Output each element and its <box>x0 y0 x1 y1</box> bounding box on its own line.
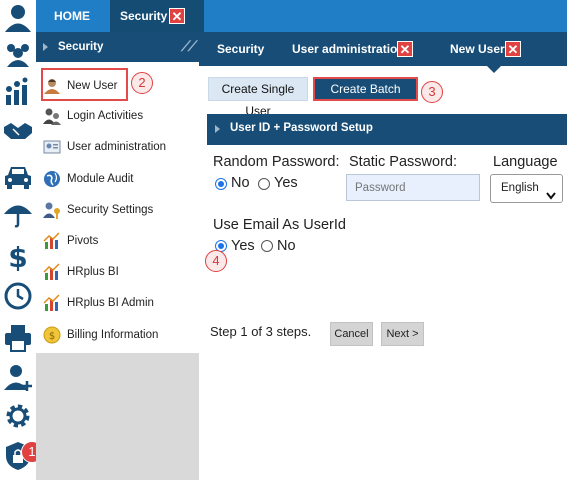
step-badge-3: 3 <box>421 81 443 103</box>
profile-icon[interactable] <box>0 0 36 36</box>
id-card-icon <box>42 137 62 157</box>
chart-icon <box>42 293 62 313</box>
language-value: English <box>501 182 539 194</box>
team-icon[interactable] <box>0 36 36 72</box>
create-batch-users-button[interactable]: Create Batch Users <box>313 77 418 116</box>
sidebar-item-label: Module Audit <box>67 173 134 185</box>
language-label: Language <box>493 154 558 170</box>
sidebar-item-label: Login Activities <box>67 110 144 122</box>
random-password-label: Random Password: <box>213 154 340 170</box>
email-yes-label: Yes <box>231 238 255 254</box>
new-user-highlight <box>41 68 128 101</box>
sidebar-item-label: Security Settings <box>67 204 154 216</box>
panel-title: User ID + Password Setup <box>230 122 373 134</box>
random-no-label: No <box>231 175 250 191</box>
language-select[interactable]: English <box>490 174 563 203</box>
sidebar-item-label: Billing Information <box>67 329 159 341</box>
chart-icon <box>42 231 62 251</box>
close-user-administration-icon[interactable]: ✕ <box>397 41 413 57</box>
chevron-down-icon <box>546 184 556 211</box>
collapse-sidebar-icon[interactable]: ⟋⟋ <box>181 38 198 55</box>
svg-text:$: $ <box>49 331 55 342</box>
random-yes-label: Yes <box>274 175 298 191</box>
email-no-label: No <box>277 238 296 254</box>
use-email-label: Use Email As UserId <box>213 217 346 233</box>
clock-icon[interactable] <box>0 278 36 314</box>
use-email-no-radio[interactable] <box>261 240 273 252</box>
add-user-icon[interactable] <box>0 360 36 396</box>
panel-header: User ID + Password Setup <box>207 114 567 145</box>
expand-arrow-icon <box>43 43 48 51</box>
sidebar-menu: New User Login Activities User administr… <box>36 62 199 353</box>
close-tab-security-icon[interactable]: ✕ <box>169 8 185 24</box>
top-tab-bar: HOME Security ✕ <box>36 0 567 32</box>
sidebar-item-pivots[interactable]: Pivots <box>42 229 98 253</box>
cancel-button[interactable]: Cancel <box>330 322 373 346</box>
users-icon <box>42 106 62 126</box>
step-text: Step 1 of 3 steps. <box>210 324 312 339</box>
tab-security-label: Security <box>120 9 168 23</box>
step-badge-2: 2 <box>131 72 153 94</box>
nav-user-administration[interactable]: User administration <box>292 32 405 66</box>
chart-icon <box>42 262 62 282</box>
gear-icon[interactable] <box>0 398 36 434</box>
sidebar-item-login-activities[interactable]: Login Activities <box>42 104 143 128</box>
sidebar-item-label: User administration <box>67 141 167 153</box>
coin-icon: $ <box>42 325 62 345</box>
umbrella-icon[interactable] <box>0 196 36 232</box>
sidebar-item-user-administration[interactable]: User administration <box>42 135 166 159</box>
nav-new-user-label: New User <box>450 42 505 56</box>
sidebar-item-module-audit[interactable]: Module Audit <box>42 167 134 191</box>
sidebar-item-label: HRplus BI <box>67 266 119 278</box>
printer-icon[interactable] <box>0 320 36 356</box>
random-password-no-radio[interactable] <box>215 178 227 190</box>
sidebar-item-label: HRplus BI Admin <box>67 297 154 309</box>
sidebar-item-label: Pivots <box>67 235 99 247</box>
growth-chart-icon[interactable] <box>0 74 36 110</box>
tab-security[interactable]: Security ✕ <box>110 0 204 32</box>
active-nav-pointer <box>487 66 501 73</box>
handshake-icon[interactable] <box>0 112 36 148</box>
globe-icon <box>42 169 62 189</box>
icon-rail: $ <box>0 0 36 480</box>
close-new-user-icon[interactable]: ✕ <box>505 41 521 57</box>
sidebar-item-billing-information[interactable]: $ Billing Information <box>42 323 158 347</box>
dollar-icon[interactable]: $ <box>0 238 36 274</box>
sidebar-item-security-settings[interactable]: Security Settings <box>42 198 153 222</box>
secondary-nav: Security User administration ✕ New User … <box>199 32 567 66</box>
next-button[interactable]: Next > <box>381 322 424 346</box>
sidebar-item-hrplus-bi-admin[interactable]: HRplus BI Admin <box>42 291 154 315</box>
static-password-input[interactable] <box>346 174 480 201</box>
key-user-icon <box>42 200 62 220</box>
nav-security[interactable]: Security <box>217 32 264 66</box>
tab-home[interactable]: HOME <box>54 0 90 32</box>
sidebar-header-title: Security <box>58 41 104 53</box>
expand-arrow-icon <box>215 125 220 133</box>
car-icon[interactable] <box>0 158 36 194</box>
sidebar-item-hrplus-bi[interactable]: HRplus BI <box>42 260 119 284</box>
create-single-user-button[interactable]: Create Single User <box>208 77 308 118</box>
sidebar-header: Security ⟋⟋ <box>36 32 199 62</box>
random-password-yes-radio[interactable] <box>258 178 270 190</box>
static-password-label: Static Password: <box>349 154 457 170</box>
nav-user-administration-label: User administration <box>292 42 405 56</box>
nav-new-user[interactable]: New User <box>450 32 505 66</box>
step-badge-4: 4 <box>205 250 227 272</box>
svg-text:$: $ <box>8 241 27 271</box>
